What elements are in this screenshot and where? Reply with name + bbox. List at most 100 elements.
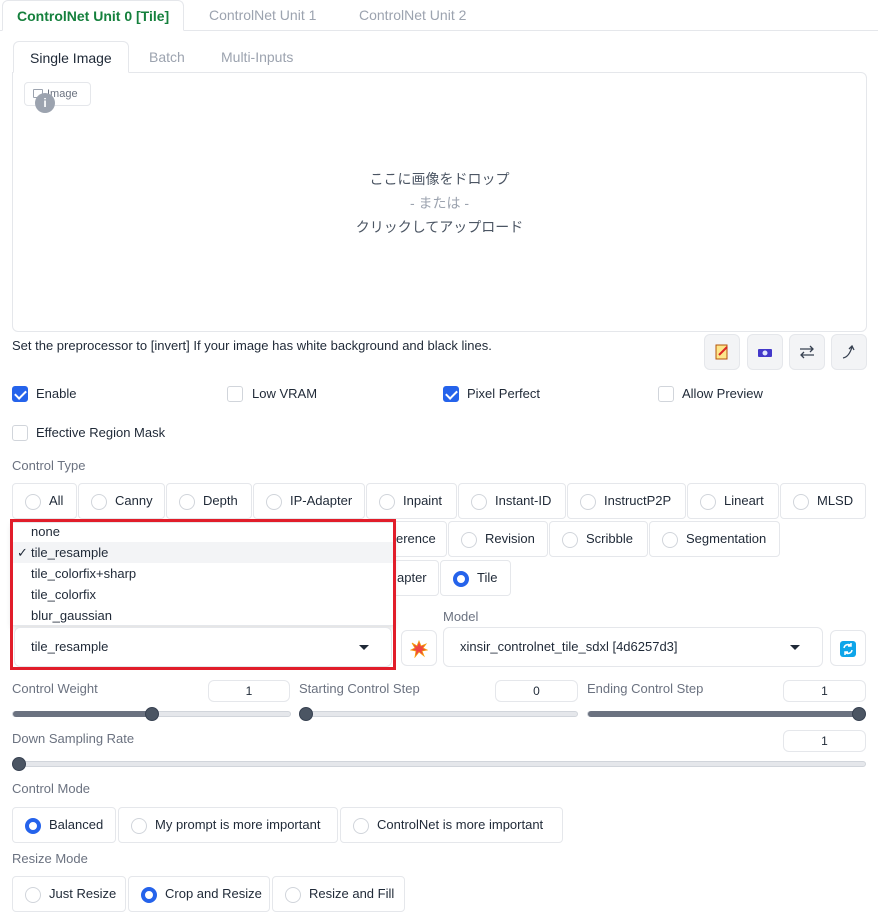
refresh-icon xyxy=(840,640,856,657)
edit-button[interactable] xyxy=(704,334,740,370)
check-icon: ✓ xyxy=(17,545,28,560)
tab-controlnet-unit-0[interactable]: ControlNet Unit 0 [Tile] xyxy=(2,0,185,31)
control-type-depth[interactable]: Depth xyxy=(166,483,252,519)
control-type-instructp2p[interactable]: InstructP2P xyxy=(567,483,686,519)
explosion-icon xyxy=(409,639,429,659)
pixel-perfect-checkbox[interactable] xyxy=(443,386,459,402)
model-label: Model xyxy=(443,609,479,624)
control-mode-controlnet[interactable]: ControlNet is more important xyxy=(340,807,563,843)
control-type-tile-label: Tile xyxy=(477,570,498,585)
tab-multi-inputs[interactable]: Multi-Inputs xyxy=(205,41,309,73)
control-type-canny[interactable]: Canny xyxy=(78,483,165,519)
control-type-ip-adapter-label: IP-Adapter xyxy=(290,493,353,508)
control-weight-label: Control Weight xyxy=(12,681,98,696)
control-type-depth-label: Depth xyxy=(203,493,238,508)
control-type-t2i-adapter-label: apter xyxy=(397,570,427,585)
control-mode-balanced-label: Balanced xyxy=(49,817,104,832)
chevron-down-icon xyxy=(790,645,800,650)
control-type-all[interactable]: All xyxy=(12,483,77,519)
resize-mode-resize-and-fill-label: Resize and Fill xyxy=(309,886,395,901)
control-type-inpaint-label: Inpaint xyxy=(403,493,443,508)
control-weight-thumb[interactable] xyxy=(145,707,159,721)
tab-controlnet-unit-2[interactable]: ControlNet Unit 2 xyxy=(345,0,480,31)
swap-button[interactable] xyxy=(789,334,825,370)
effective-region-mask-label: Effective Region Mask xyxy=(36,425,166,440)
drop-text-line1: ここに画像をドロップ xyxy=(369,171,510,187)
control-type-segmentation-label: Segmentation xyxy=(686,531,767,546)
ending-step-label: Ending Control Step xyxy=(587,681,704,696)
preprocessor-option-tile-resample[interactable]: ✓ tile_resample xyxy=(13,542,393,563)
tab-single-image[interactable]: Single Image xyxy=(13,41,129,73)
pixel-perfect-label: Pixel Perfect xyxy=(467,386,540,401)
drop-text-line3: クリックしてアップロード xyxy=(355,219,524,235)
tab-batch[interactable]: Batch xyxy=(133,41,201,73)
drop-text-line2: - または - xyxy=(409,195,470,211)
control-type-canny-label: Canny xyxy=(115,493,153,508)
control-weight-input[interactable]: 1 xyxy=(208,680,290,702)
enable-checkbox[interactable] xyxy=(12,386,28,402)
ending-step-input[interactable]: 1 xyxy=(783,680,866,702)
run-preprocessor-button[interactable] xyxy=(401,630,437,666)
preprocessor-option-tile-resample-label: tile_resample xyxy=(31,545,109,560)
control-type-mlsd[interactable]: MLSD xyxy=(780,483,866,519)
resize-mode-resize-and-fill[interactable]: Resize and Fill xyxy=(272,876,405,912)
swap-icon xyxy=(800,345,814,359)
tab-controlnet-unit-1[interactable]: ControlNet Unit 1 xyxy=(195,0,330,31)
control-type-inpaint[interactable]: Inpaint xyxy=(366,483,457,519)
control-type-instant-id[interactable]: Instant-ID xyxy=(458,483,566,519)
allow-preview-label: Allow Preview xyxy=(682,386,763,401)
resize-mode-crop-and-resize[interactable]: Crop and Resize xyxy=(128,876,270,912)
preprocessor-select[interactable]: tile_resample xyxy=(14,627,392,667)
resize-mode-crop-and-resize-label: Crop and Resize xyxy=(165,886,262,901)
control-type-revision[interactable]: Revision xyxy=(448,521,548,557)
down-sampling-label: Down Sampling Rate xyxy=(12,731,135,746)
resize-mode-label: Resize Mode xyxy=(12,851,88,866)
camera-button[interactable] xyxy=(747,334,783,370)
down-sampling-input[interactable]: 1 xyxy=(783,730,866,752)
ending-step-thumb[interactable] xyxy=(852,707,866,721)
control-mode-prompt-label: My prompt is more important xyxy=(155,817,321,832)
preprocessor-option-tile-colorfix-sharp[interactable]: tile_colorfix+sharp xyxy=(13,563,393,584)
control-type-reference-label: erence xyxy=(396,531,436,546)
control-mode-prompt[interactable]: My prompt is more important xyxy=(118,807,338,843)
starting-step-input[interactable]: 0 xyxy=(495,680,578,702)
control-type-tile[interactable]: Tile xyxy=(440,560,511,596)
refresh-models-button[interactable] xyxy=(830,630,866,666)
control-mode-label: Control Mode xyxy=(12,781,91,796)
down-sampling-thumb[interactable] xyxy=(12,757,26,771)
control-type-revision-label: Revision xyxy=(485,531,535,546)
model-select[interactable]: xinsir_controlnet_tile_sdxl [4d6257d3] xyxy=(443,627,823,667)
preprocessor-value: tile_resample xyxy=(31,639,109,654)
control-mode-controlnet-label: ControlNet is more important xyxy=(377,817,544,832)
low-vram-label: Low VRAM xyxy=(252,386,318,401)
preprocessor-option-tile-colorfix[interactable]: tile_colorfix xyxy=(13,584,393,605)
low-vram-checkbox[interactable] xyxy=(227,386,243,402)
preprocessor-option-blur-gaussian[interactable]: blur_gaussian xyxy=(13,605,393,625)
control-type-instructp2p-label: InstructP2P xyxy=(604,493,672,508)
control-type-segmentation[interactable]: Segmentation xyxy=(649,521,780,557)
curve-button[interactable] xyxy=(831,334,867,370)
down-sampling-slider[interactable] xyxy=(12,761,866,767)
starting-step-thumb[interactable] xyxy=(299,707,313,721)
starting-step-slider[interactable] xyxy=(299,711,578,717)
control-type-scribble-label: Scribble xyxy=(586,531,633,546)
control-type-instant-id-label: Instant-ID xyxy=(495,493,552,508)
resize-mode-just-resize[interactable]: Just Resize xyxy=(12,876,126,912)
resize-mode-just-resize-label: Just Resize xyxy=(49,886,117,901)
edit-icon xyxy=(715,344,728,360)
control-type-mlsd-label: MLSD xyxy=(817,493,854,508)
control-mode-balanced[interactable]: Balanced xyxy=(12,807,116,843)
control-type-all-label: All xyxy=(49,493,64,508)
control-type-scribble[interactable]: Scribble xyxy=(549,521,648,557)
ending-step-slider[interactable] xyxy=(587,711,866,717)
control-type-ip-adapter[interactable]: IP-Adapter xyxy=(253,483,365,519)
control-type-lineart[interactable]: Lineart xyxy=(687,483,779,519)
info-icon: i xyxy=(35,93,55,113)
model-value: xinsir_controlnet_tile_sdxl [4d6257d3] xyxy=(460,639,678,654)
control-type-lineart-label: Lineart xyxy=(724,493,764,508)
preprocessor-option-none[interactable]: none xyxy=(13,523,393,542)
starting-step-label: Starting Control Step xyxy=(299,681,420,696)
allow-preview-checkbox[interactable] xyxy=(658,386,674,402)
effective-region-mask-checkbox[interactable] xyxy=(12,425,28,441)
enable-label: Enable xyxy=(36,386,77,401)
